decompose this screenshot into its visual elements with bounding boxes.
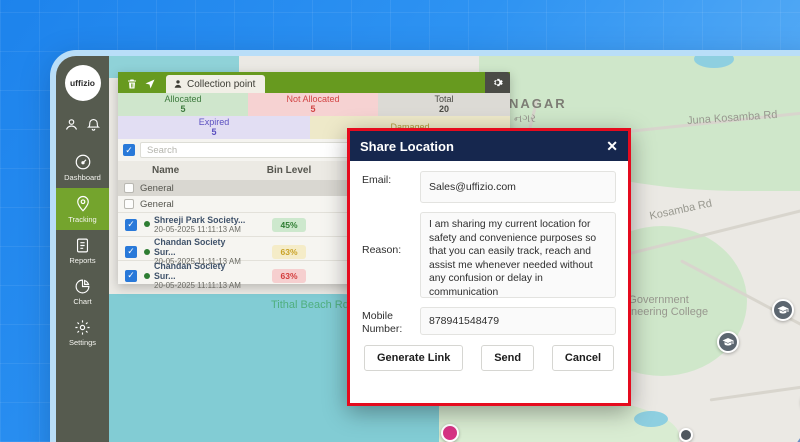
group-checkbox[interactable] <box>124 199 134 209</box>
modal-button-row: Generate Link Send Cancel <box>362 345 616 371</box>
map-label-kosamba-rd: Kosamba Rd <box>648 198 713 223</box>
map-road <box>710 373 800 401</box>
sidebar-item-settings[interactable]: Settings <box>56 312 109 353</box>
mobile-number-field[interactable]: 878941548479 <box>420 307 616 335</box>
trash-icon[interactable] <box>126 78 138 90</box>
row-checkbox[interactable]: ✓ <box>125 219 137 231</box>
gear-icon <box>492 77 503 88</box>
dashboard-icon <box>74 153 92 171</box>
row-date: 20-05-2025 11:11:13 AM <box>154 225 245 234</box>
sidebar: uffizio Dashboard <box>56 56 109 442</box>
gear-icon <box>74 319 91 336</box>
bin-level-badge: 63% <box>272 245 306 259</box>
uffizio-logo: uffizio <box>65 65 101 101</box>
stat-expired: Expired 5 <box>118 116 310 139</box>
sidebar-item-label: Chart <box>73 297 91 306</box>
email-field[interactable]: Sales@uffizio.com <box>420 171 616 203</box>
desktop: NAGAR નગર Juna Kosamba Rd Kosamba Rd Tit… <box>0 0 800 442</box>
close-icon[interactable]: ✕ <box>606 139 618 153</box>
bell-icon[interactable] <box>86 117 101 132</box>
group-label: General <box>140 199 174 210</box>
column-name[interactable]: Name <box>144 165 249 176</box>
row-date: 20-05-2025 11:11:13 AM <box>154 281 249 290</box>
send-button[interactable]: Send <box>481 345 534 371</box>
navigate-arrow-icon[interactable] <box>144 78 156 90</box>
person-pin-icon <box>173 79 183 89</box>
status-dot-icon <box>144 249 150 255</box>
modal-header: Share Location ✕ <box>350 131 628 161</box>
report-icon <box>74 237 91 254</box>
row-checkbox[interactable]: ✓ <box>125 270 137 282</box>
group-label: General <box>140 183 174 194</box>
poi-marker-icon[interactable] <box>679 428 693 442</box>
status-dot-icon <box>144 221 150 227</box>
sidebar-item-reports[interactable]: Reports <box>56 230 109 271</box>
poi-marker-icon[interactable] <box>441 424 459 442</box>
row-name: Shreeji Park Society... <box>154 215 245 225</box>
map-label-nagar: NAGAR <box>509 96 567 111</box>
modal-title: Share Location <box>360 139 454 154</box>
sidebar-item-label: Settings <box>69 338 96 347</box>
generate-link-button[interactable]: Generate Link <box>364 345 463 371</box>
row-name: Chandan Society Sur... <box>154 237 249 257</box>
sidebar-item-label: Reports <box>69 256 95 265</box>
stats-row-1: Allocated 5 Not Allocated 5 Total 20 <box>118 93 510 116</box>
stat-allocated: Allocated 5 <box>118 93 248 116</box>
modal-body: Email: Sales@uffizio.com Reason: I am sh… <box>350 161 628 371</box>
reason-field[interactable]: I am sharing my current location for saf… <box>420 212 616 298</box>
sidebar-item-label: Dashboard <box>64 173 101 182</box>
group-checkbox[interactable] <box>124 183 134 193</box>
tab-label: Collection point <box>187 79 255 90</box>
cancel-button[interactable]: Cancel <box>552 345 614 371</box>
user-icon[interactable] <box>64 117 79 132</box>
sidebar-item-chart[interactable]: Chart <box>56 271 109 312</box>
stat-total: Total 20 <box>378 93 510 116</box>
sidebar-item-tracking[interactable]: Tracking <box>56 188 109 230</box>
panel-settings-button[interactable] <box>485 72 510 93</box>
row-checkbox[interactable]: ✓ <box>125 246 137 258</box>
education-marker-icon[interactable] <box>717 331 739 353</box>
bin-level-badge: 45% <box>272 218 306 232</box>
share-location-modal: Share Location ✕ Email: Sales@uffizio.co… <box>347 128 631 406</box>
email-label: Email: <box>362 171 420 187</box>
map-label-nagar-gujarati: નગર <box>514 113 536 126</box>
row-name: Chandan Society Sur... <box>154 261 249 281</box>
sidebar-item-label: Tracking <box>68 215 96 224</box>
panel-toolbar: Collection point <box>118 72 510 93</box>
bin-level-badge: 63% <box>272 269 306 283</box>
status-dot-icon <box>144 273 150 279</box>
tab-collection-point[interactable]: Collection point <box>166 75 265 93</box>
map-label-tithal-beach-rd: Tithal Beach Rd <box>271 299 349 311</box>
education-marker-icon[interactable] <box>772 299 794 321</box>
pie-chart-icon <box>74 278 91 295</box>
sidebar-nav: Dashboard Tracking Reports <box>56 146 109 353</box>
select-all-checkbox[interactable]: ✓ <box>123 144 135 156</box>
stat-not-allocated: Not Allocated 5 <box>248 93 378 116</box>
sidebar-item-dashboard[interactable]: Dashboard <box>56 146 109 188</box>
reason-label: Reason: <box>362 212 420 257</box>
mobile-number-label: Mobile Number: <box>362 307 420 336</box>
map-river-road <box>780 410 800 442</box>
location-pin-icon <box>74 195 92 213</box>
map-pond <box>634 411 668 427</box>
column-bin-level[interactable]: Bin Level <box>249 165 329 176</box>
